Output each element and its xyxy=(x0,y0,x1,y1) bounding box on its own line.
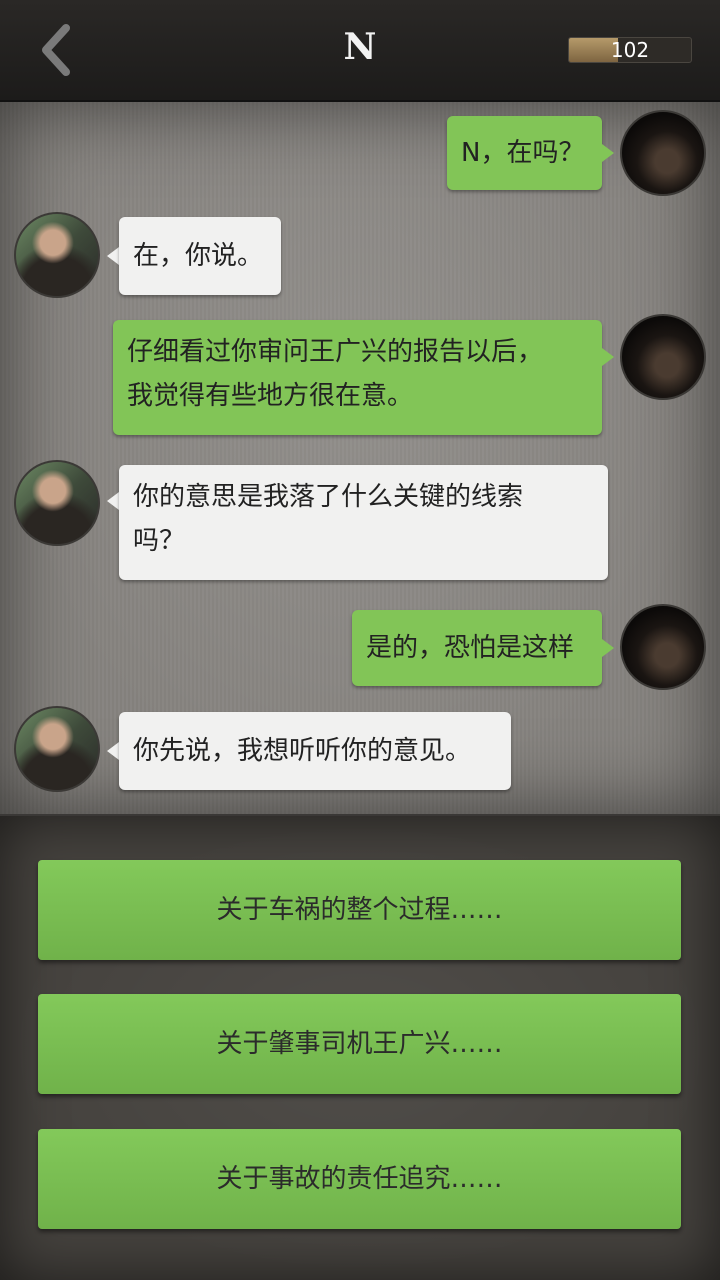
message-text-line: 吗？ xyxy=(133,526,186,556)
message-text-line: 仔细看过你审问王广兴的报告以后， xyxy=(127,337,544,367)
message-bubble-contact: 你的意思是我落了什么关键的线索 吗？ xyxy=(119,465,608,580)
message-text-line: 我觉得有些地方很在意。 xyxy=(127,381,414,411)
avatar-contact xyxy=(14,212,100,298)
coin-count: 102 xyxy=(610,38,650,62)
top-bar: N 102 xyxy=(0,0,720,102)
reply-option-label: 关于车祸的整个过程…… xyxy=(216,895,503,925)
avatar-contact xyxy=(14,706,100,792)
message-text: 是的，恐怕是这样 xyxy=(366,633,575,663)
bubble-tail xyxy=(602,639,614,657)
bubble-tail xyxy=(107,492,119,510)
bubble-tail xyxy=(107,247,119,265)
message-bubble-contact: 你先说，我想听听你的意见。 xyxy=(119,712,511,790)
message-bubble-me: N，在吗？ xyxy=(447,116,602,190)
reply-option-button[interactable]: 关于事故的责任追究…… xyxy=(38,1129,681,1229)
avatar-me xyxy=(620,110,706,196)
bubble-tail xyxy=(602,144,614,162)
bubble-tail xyxy=(602,348,614,366)
message-bubble-me: 仔细看过你审问王广兴的报告以后， 我觉得有些地方很在意。 xyxy=(113,320,602,435)
bubble-tail xyxy=(107,742,119,760)
message-text: N，在吗？ xyxy=(461,138,585,168)
reply-option-label: 关于肇事司机王广兴…… xyxy=(216,1029,503,1059)
avatar-contact xyxy=(14,460,100,546)
avatar-me xyxy=(620,314,706,400)
message-text-line: 你的意思是我落了什么关键的线索 xyxy=(133,482,524,512)
reply-option-button[interactable]: 关于车祸的整个过程…… xyxy=(38,860,681,960)
reply-option-label: 关于事故的责任追究…… xyxy=(216,1164,503,1194)
message-text: 在，你说。 xyxy=(133,241,264,271)
reply-options-panel: 关于车祸的整个过程…… 关于肇事司机王广兴…… 关于事故的责任追究…… xyxy=(0,816,720,1280)
chat-area[interactable]: N，在吗？ 在，你说。 仔细看过你审问王广兴的报告以后， 我觉得有些地方很在意。… xyxy=(0,102,720,814)
avatar-me xyxy=(620,604,706,690)
coin-counter: 102 xyxy=(568,37,692,63)
message-text: 你先说，我想听听你的意见。 xyxy=(133,736,472,766)
message-bubble-contact: 在，你说。 xyxy=(119,217,281,295)
message-bubble-me: 是的，恐怕是这样 xyxy=(352,610,602,686)
reply-option-button[interactable]: 关于肇事司机王广兴…… xyxy=(38,994,681,1094)
